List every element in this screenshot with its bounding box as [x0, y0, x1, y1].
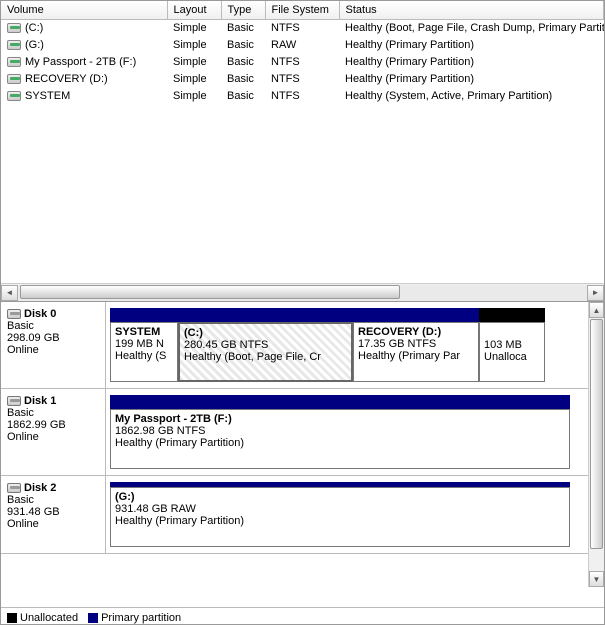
table-row[interactable]: RECOVERY (D:)SimpleBasicNTFSHealthy (Pri… — [1, 70, 604, 87]
scroll-track[interactable] — [18, 285, 587, 301]
partition[interactable]: 103 MBUnalloca — [479, 322, 545, 382]
scroll-up-button[interactable]: ▲ — [589, 302, 604, 318]
vertical-scrollbar[interactable]: ▲ ▼ — [588, 302, 604, 587]
legend-swatch-navy — [88, 613, 98, 623]
volume-icon — [7, 23, 21, 33]
disk-partitions: My Passport - 2TB (F:)1862.98 GB NTFSHea… — [106, 389, 604, 475]
legend-unallocated: Unallocated — [7, 612, 78, 624]
vscroll-thumb[interactable] — [590, 319, 603, 549]
col-type[interactable]: Type — [221, 1, 265, 19]
disk-icon — [7, 483, 21, 493]
volume-icon — [7, 57, 21, 67]
volume-icon — [7, 91, 21, 101]
volume-icon — [7, 74, 21, 84]
col-filesystem[interactable]: File System — [265, 1, 339, 19]
disk-icon — [7, 396, 21, 406]
legend: Unallocated Primary partition — [1, 607, 604, 627]
disk-graphical-pane: Disk 0Basic298.09 GBOnlineSYSTEM199 MB N… — [1, 302, 604, 607]
partition[interactable]: SYSTEM199 MB NHealthy (S — [110, 322, 178, 382]
scroll-thumb[interactable] — [20, 285, 400, 299]
disk-row: Disk 0Basic298.09 GBOnlineSYSTEM199 MB N… — [1, 302, 604, 389]
disk-partitions: SYSTEM199 MB NHealthy (S(C:)280.45 GB NT… — [106, 302, 604, 388]
disk-info[interactable]: Disk 1Basic1862.99 GBOnline — [1, 389, 106, 475]
table-row[interactable]: (G:)SimpleBasicRAWHealthy (Primary Parti… — [1, 36, 604, 53]
scroll-right-button[interactable]: ► — [587, 285, 604, 301]
legend-primary: Primary partition — [88, 612, 181, 624]
table-row[interactable]: My Passport - 2TB (F:)SimpleBasicNTFSHea… — [1, 53, 604, 70]
col-volume[interactable]: Volume — [1, 1, 167, 19]
partition[interactable]: RECOVERY (D:)17.35 GB NTFSHealthy (Prima… — [353, 322, 479, 382]
volume-table: Volume Layout Type File System Status (C… — [1, 1, 604, 104]
disk-icon — [7, 309, 21, 319]
disk-partitions: (G:)931.48 GB RAWHealthy (Primary Partit… — [106, 476, 604, 553]
scroll-left-button[interactable]: ◄ — [1, 285, 18, 301]
horizontal-scrollbar[interactable]: ◄ ► — [1, 283, 604, 301]
disk-row: Disk 2Basic931.48 GBOnline(G:)931.48 GB … — [1, 476, 604, 554]
partition[interactable]: My Passport - 2TB (F:)1862.98 GB NTFSHea… — [110, 409, 570, 469]
volume-list-pane: Volume Layout Type File System Status (C… — [1, 1, 604, 302]
legend-swatch-black — [7, 613, 17, 623]
disk-row: Disk 1Basic1862.99 GBOnlineMy Passport -… — [1, 389, 604, 476]
disk-info[interactable]: Disk 2Basic931.48 GBOnline — [1, 476, 106, 553]
column-header-row: Volume Layout Type File System Status — [1, 1, 604, 19]
col-status[interactable]: Status — [339, 1, 604, 19]
partition[interactable]: (C:)280.45 GB NTFSHealthy (Boot, Page Fi… — [178, 322, 353, 382]
partition[interactable]: (G:)931.48 GB RAWHealthy (Primary Partit… — [110, 487, 570, 547]
volume-icon — [7, 40, 21, 50]
table-row[interactable]: (C:)SimpleBasicNTFSHealthy (Boot, Page F… — [1, 19, 604, 36]
table-row[interactable]: SYSTEMSimpleBasicNTFSHealthy (System, Ac… — [1, 87, 604, 104]
col-layout[interactable]: Layout — [167, 1, 221, 19]
disk-info[interactable]: Disk 0Basic298.09 GBOnline — [1, 302, 106, 388]
scroll-down-button[interactable]: ▼ — [589, 571, 604, 587]
